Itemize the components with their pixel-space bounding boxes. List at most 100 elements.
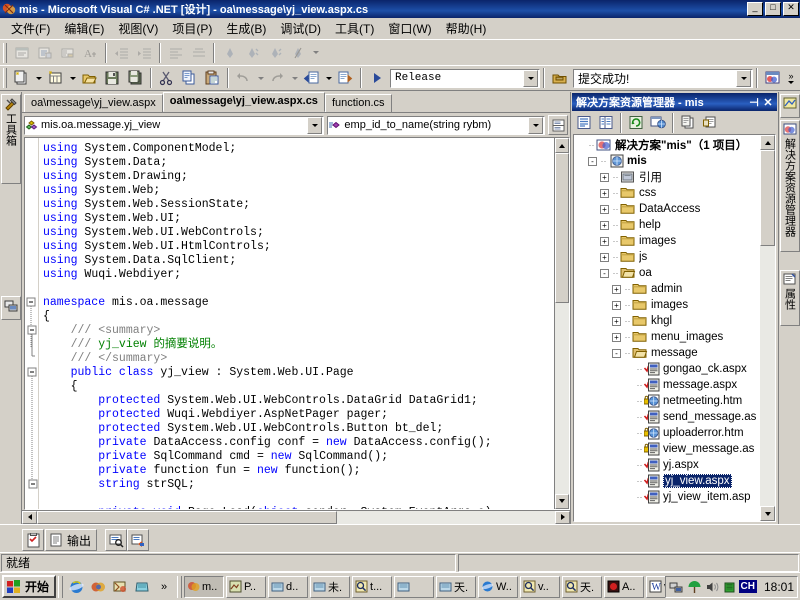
scroll-up-button[interactable] [760, 135, 775, 150]
scroll-track[interactable] [760, 150, 775, 506]
copy-icon[interactable] [178, 67, 201, 89]
font-size-icon[interactable]: A [79, 42, 102, 64]
solution-tree[interactable]: ··解决方案"mis"（1 项目）-··mis+··引用+··css+··Dat… [574, 135, 760, 521]
dynamic-help-icon[interactable] [761, 67, 784, 89]
editor-horizontal-scrollbar[interactable] [22, 510, 570, 524]
scroll-down-button[interactable] [760, 506, 775, 521]
taskbar-button[interactable] [394, 576, 434, 598]
tree-item[interactable]: ··yj_view.aspx [576, 473, 760, 489]
view-markup-icon[interactable] [56, 42, 79, 64]
antivirus-icon[interactable] [687, 580, 702, 594]
tree-item[interactable]: +··引用 [576, 169, 760, 185]
expand-icon[interactable]: + [612, 317, 621, 326]
menu-view[interactable]: 视图(V) [111, 18, 165, 39]
doc-tab-function-cs[interactable]: function.cs [325, 94, 392, 112]
taskbar-grip[interactable] [177, 576, 182, 598]
media-player-icon[interactable] [87, 576, 109, 598]
split-view-icon[interactable] [548, 115, 568, 135]
view-in-browser-icon[interactable] [647, 113, 669, 133]
refresh-icon[interactable] [625, 113, 647, 133]
taskbar-button[interactable]: A.. [604, 576, 644, 598]
taskbar-button[interactable]: 天. [436, 576, 476, 598]
scroll-left-button[interactable] [22, 511, 37, 524]
member-combo[interactable]: emp_id_to_name(string rybm) [327, 116, 545, 135]
copy-web-icon[interactable] [699, 113, 721, 133]
open-file-icon[interactable] [78, 67, 101, 89]
view-designer-icon[interactable] [10, 42, 33, 64]
menu-debug[interactable]: 调试(D) [273, 18, 328, 39]
checkin-comment-combo[interactable]: 提交成功! [573, 69, 753, 88]
show-desktop-icon[interactable] [131, 576, 153, 598]
server-explorer-tab[interactable] [1, 296, 21, 320]
toolbox-tab[interactable]: 工具箱 [1, 94, 21, 184]
menu-file[interactable]: 文件(F) [4, 18, 57, 39]
source-control-icon[interactable] [548, 67, 571, 89]
navigate-back-icon[interactable] [300, 67, 323, 89]
task-list-icon[interactable] [22, 529, 44, 551]
redo-icon[interactable] [266, 67, 289, 89]
hscroll-thumb[interactable] [37, 511, 337, 524]
tree-item[interactable]: ··gongao_ck.aspx [576, 361, 760, 377]
tree-item[interactable]: ··uploaderror.htm [576, 425, 760, 441]
expand-icon[interactable]: + [612, 333, 621, 342]
toolbar-options-icon[interactable]: » [784, 67, 798, 89]
doc-tab-yj-view-aspx-cs[interactable]: oa\message\yj_view.aspx.cs [163, 92, 325, 112]
copy-project-icon[interactable] [677, 113, 699, 133]
tree-item[interactable]: +··css [576, 185, 760, 201]
scroll-down-button[interactable] [555, 494, 569, 509]
new-item-icon[interactable] [44, 67, 67, 89]
collapse-icon[interactable]: - [600, 269, 609, 278]
expand-icon[interactable]: + [612, 301, 621, 310]
tree-item[interactable]: -··oa [576, 265, 760, 281]
tree-item[interactable]: ··message.aspx [576, 377, 760, 393]
menu-project[interactable]: 项目(P) [165, 18, 219, 39]
toolbar-overflow-chevron-down-icon[interactable] [310, 42, 321, 64]
properties-window-icon[interactable] [573, 113, 595, 133]
quick-launch-grip[interactable] [58, 576, 63, 598]
properties-tab[interactable]: 属性 [780, 270, 800, 326]
quick-launch-more-icon[interactable]: » [153, 576, 175, 598]
collapse-icon[interactable]: - [612, 349, 621, 358]
taskbar-clock[interactable]: 18:01 [764, 580, 794, 594]
hscroll-track[interactable] [37, 511, 555, 524]
tree-item[interactable]: ··send_message.as [576, 409, 760, 425]
code-editor[interactable]: using System.ComponentModel;using System… [24, 137, 570, 510]
expand-icon[interactable]: + [600, 237, 609, 246]
output-tab[interactable]: 输出 [45, 529, 97, 551]
new-project-chevron-down-icon[interactable] [33, 67, 44, 89]
save-all-icon[interactable] [124, 67, 147, 89]
tree-item[interactable]: +··images [576, 233, 760, 249]
expand-icon[interactable]: + [600, 253, 609, 262]
network-icon[interactable] [669, 580, 684, 594]
tree-item[interactable]: +··khgl [576, 313, 760, 329]
expand-icon[interactable]: + [600, 205, 609, 214]
solution-tree-scrollbar[interactable] [760, 135, 775, 521]
toolbar-grip[interactable] [3, 68, 7, 88]
cut-icon[interactable] [155, 67, 178, 89]
configuration-combo[interactable]: Release [390, 69, 540, 88]
navigate-forward-icon[interactable] [334, 67, 357, 89]
tree-item[interactable]: +··admin [576, 281, 760, 297]
new-project-icon[interactable] [10, 67, 33, 89]
ie-icon[interactable] [65, 576, 87, 598]
scroll-track[interactable] [555, 153, 569, 494]
tree-item[interactable]: ··yj.aspx [576, 457, 760, 473]
next-bookmark-icon[interactable] [241, 42, 264, 64]
taskbar-button[interactable]: Wv.. [646, 576, 665, 598]
menu-build[interactable]: 生成(B) [219, 18, 273, 39]
menu-edit[interactable]: 编辑(E) [57, 18, 111, 39]
taskbar-button[interactable]: t... [352, 576, 392, 598]
tree-item[interactable]: ··解决方案"mis"（1 项目） [576, 137, 760, 153]
toolbar-grip[interactable] [3, 43, 7, 63]
build-order-icon[interactable] [127, 529, 149, 551]
align-bottom-icon[interactable] [187, 42, 210, 64]
collapse-icon[interactable]: - [588, 157, 597, 166]
taskbar-button[interactable]: W.. [478, 576, 518, 598]
taskbar-button[interactable]: m.. [184, 576, 224, 598]
tree-item[interactable]: +··menu_images [576, 329, 760, 345]
menu-help[interactable]: 帮助(H) [439, 18, 494, 39]
view-code-icon[interactable] [33, 42, 56, 64]
close-button[interactable]: ✕ [783, 2, 799, 16]
prev-bookmark-icon[interactable] [264, 42, 287, 64]
paste-icon[interactable] [201, 67, 224, 89]
